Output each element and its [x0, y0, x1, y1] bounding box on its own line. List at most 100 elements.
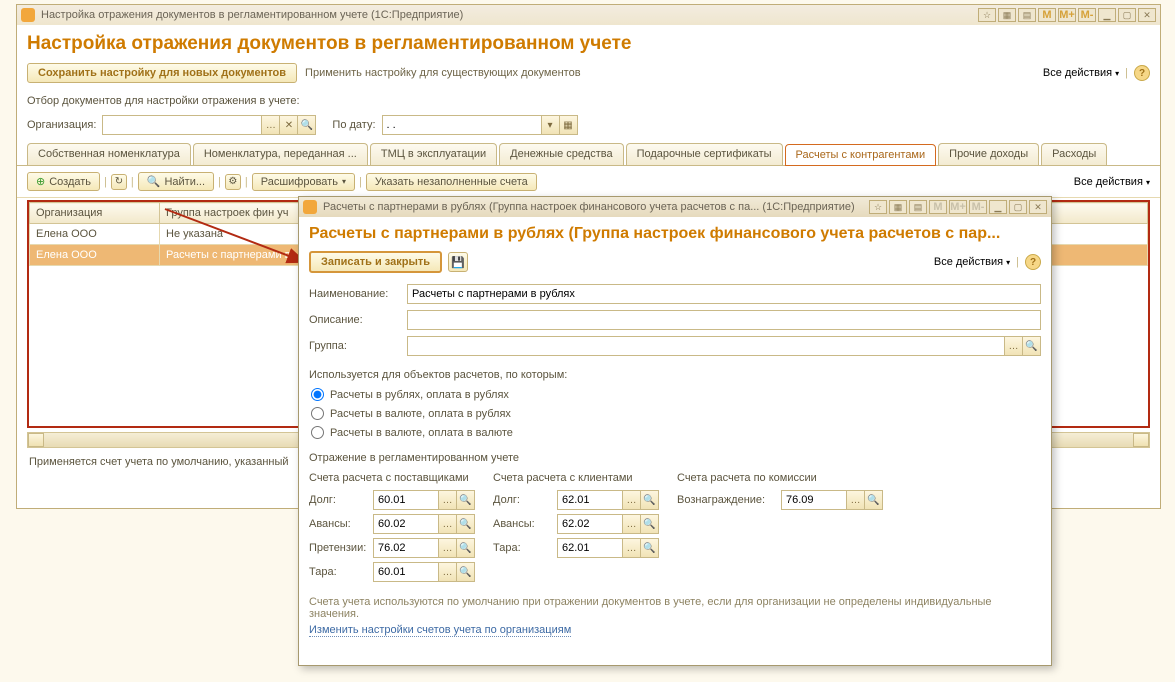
tabs: Собственная номенклатура Номенклатура, п… [17, 143, 1160, 166]
clients-tara[interactable] [557, 538, 623, 558]
window-title: Настройка отражения документов в регламе… [41, 9, 463, 21]
usage-label: Используется для объектов расчетов, по к… [299, 359, 1051, 385]
group-ellipsis-btn[interactable]: … [1005, 336, 1023, 356]
date-label: По дату: [332, 119, 375, 131]
save-icon[interactable]: 💾 [448, 252, 468, 272]
tab-income[interactable]: Прочие доходы [938, 143, 1039, 165]
settings-icon[interactable]: ⚙ [225, 174, 241, 190]
decrypt-button[interactable]: Расшифровать ▾ [252, 173, 355, 191]
m-icon[interactable]: M [1038, 8, 1056, 22]
ellipsis-btn[interactable]: … [439, 562, 457, 582]
d-m-icon: M [929, 200, 947, 214]
toolbar-icon-1[interactable]: ☆ [978, 8, 996, 22]
apply-link[interactable]: Применить настройку для существующих док… [305, 67, 581, 79]
commission-header: Счета расчета по комиссии [677, 472, 883, 486]
desc-field[interactable] [407, 310, 1041, 330]
group-field[interactable] [407, 336, 1005, 356]
create-button[interactable]: ⊕Создать [27, 172, 100, 191]
d-toolbar-icon-1[interactable]: ☆ [869, 200, 887, 214]
maximize-icon[interactable]: ▢ [1118, 8, 1136, 22]
suppliers-header: Счета расчета с поставщиками [309, 472, 475, 486]
tab-cash[interactable]: Денежные средства [499, 143, 623, 165]
reflection-label: Отражение в регламентированном учете [299, 442, 1051, 468]
ellipsis-btn[interactable]: … [623, 538, 641, 558]
ellipsis-btn[interactable]: … [847, 490, 865, 510]
lookup-btn[interactable]: 🔍 [865, 490, 883, 510]
find-button[interactable]: 🔍Найти... [138, 172, 214, 191]
all-actions-dropdown[interactable]: Все действия ▾ [1043, 67, 1119, 79]
app-icon [21, 8, 35, 22]
col-org[interactable]: Организация [30, 203, 160, 224]
suppliers-claims[interactable] [373, 538, 439, 558]
m-plus-icon[interactable]: M+ [1058, 8, 1076, 22]
org-input[interactable] [102, 115, 262, 135]
toolbar-icon-2[interactable]: ▦ [998, 8, 1016, 22]
desc-label: Описание: [309, 314, 401, 326]
lookup-btn[interactable]: 🔍 [641, 538, 659, 558]
help-icon[interactable]: ? [1134, 65, 1150, 81]
lookup-btn[interactable]: 🔍 [457, 562, 475, 582]
dialog-titlebar: Расчеты с партнерами в рублях (Группа на… [299, 197, 1051, 217]
ellipsis-btn[interactable]: … [623, 490, 641, 510]
change-settings-link[interactable]: Изменить настройки счетов учета по орган… [309, 624, 571, 637]
minimize-icon[interactable]: ▁ [1098, 8, 1116, 22]
org-label: Организация: [27, 119, 96, 131]
name-label: Наименование: [309, 288, 401, 300]
suppliers-tara[interactable] [373, 562, 439, 582]
close-icon[interactable]: ✕ [1138, 8, 1156, 22]
dialog-title: Расчеты с партнерами в рублях (Группа на… [323, 201, 855, 213]
org-lookup-btn[interactable]: 🔍 [298, 115, 316, 135]
m-minus-icon[interactable]: M- [1078, 8, 1096, 22]
radio-val-val[interactable] [311, 426, 324, 439]
ellipsis-btn[interactable]: … [439, 490, 457, 510]
date-calendar-btn[interactable]: ▦ [560, 115, 578, 135]
tab-own[interactable]: Собственная номенклатура [27, 143, 191, 165]
clients-debt[interactable] [557, 490, 623, 510]
org-ellipsis-btn[interactable]: … [262, 115, 280, 135]
all-actions-dropdown-3[interactable]: Все действия ▾ [934, 256, 1010, 268]
tab-transferred[interactable]: Номенклатура, переданная ... [193, 143, 368, 165]
help-icon-2[interactable]: ? [1025, 254, 1041, 270]
date-dropdown-btn[interactable]: ▾ [542, 115, 560, 135]
d-m-minus-icon: M- [969, 200, 987, 214]
tab-inuse[interactable]: ТМЦ в эксплуатации [370, 143, 497, 165]
lookup-btn[interactable]: 🔍 [641, 490, 659, 510]
page-title: Настройка отражения документов в регламе… [17, 25, 1160, 61]
clients-advance[interactable] [557, 514, 623, 534]
date-input[interactable] [382, 115, 542, 135]
commission-reward[interactable] [781, 490, 847, 510]
tab-gift[interactable]: Подарочные сертификаты [626, 143, 783, 165]
org-clear-btn[interactable]: ✕ [280, 115, 298, 135]
lookup-btn[interactable]: 🔍 [457, 490, 475, 510]
radio-rub-rub[interactable] [311, 388, 324, 401]
save-and-close-button[interactable]: Записать и закрыть [309, 251, 442, 273]
suppliers-debt[interactable] [373, 490, 439, 510]
main-titlebar: Настройка отражения документов в регламе… [17, 5, 1160, 25]
toolbar-icon-3[interactable]: ▤ [1018, 8, 1036, 22]
name-field[interactable] [407, 284, 1041, 304]
group-lookup-btn[interactable]: 🔍 [1023, 336, 1041, 356]
d-minimize-icon[interactable]: ▁ [989, 200, 1007, 214]
d-toolbar-icon-3[interactable]: ▤ [909, 200, 927, 214]
ellipsis-btn[interactable]: … [439, 538, 457, 558]
radio-val-rub[interactable] [311, 407, 324, 420]
lookup-btn[interactable]: 🔍 [457, 514, 475, 534]
tab-counterparties[interactable]: Расчеты с контрагентами [785, 144, 937, 166]
d-toolbar-icon-2[interactable]: ▦ [889, 200, 907, 214]
all-actions-dropdown-2[interactable]: Все действия ▾ [1074, 176, 1150, 188]
refresh-icon[interactable]: ↻ [111, 174, 127, 190]
lookup-btn[interactable]: 🔍 [641, 514, 659, 534]
save-template-button[interactable]: Сохранить настройку для новых документов [27, 63, 297, 83]
specify-button[interactable]: Указать незаполненные счета [366, 173, 537, 191]
lookup-btn[interactable]: 🔍 [457, 538, 475, 558]
filter-label: Отбор документов для настройки отражения… [17, 91, 1160, 111]
ellipsis-btn[interactable]: … [623, 514, 641, 534]
d-maximize-icon[interactable]: ▢ [1009, 200, 1027, 214]
ellipsis-btn[interactable]: … [439, 514, 457, 534]
tab-expenses[interactable]: Расходы [1041, 143, 1107, 165]
clients-header: Счета расчета с клиентами [493, 472, 659, 486]
suppliers-advance[interactable] [373, 514, 439, 534]
d-close-icon[interactable]: ✕ [1029, 200, 1047, 214]
app-icon [303, 200, 317, 214]
d-m-plus-icon: M+ [949, 200, 967, 214]
